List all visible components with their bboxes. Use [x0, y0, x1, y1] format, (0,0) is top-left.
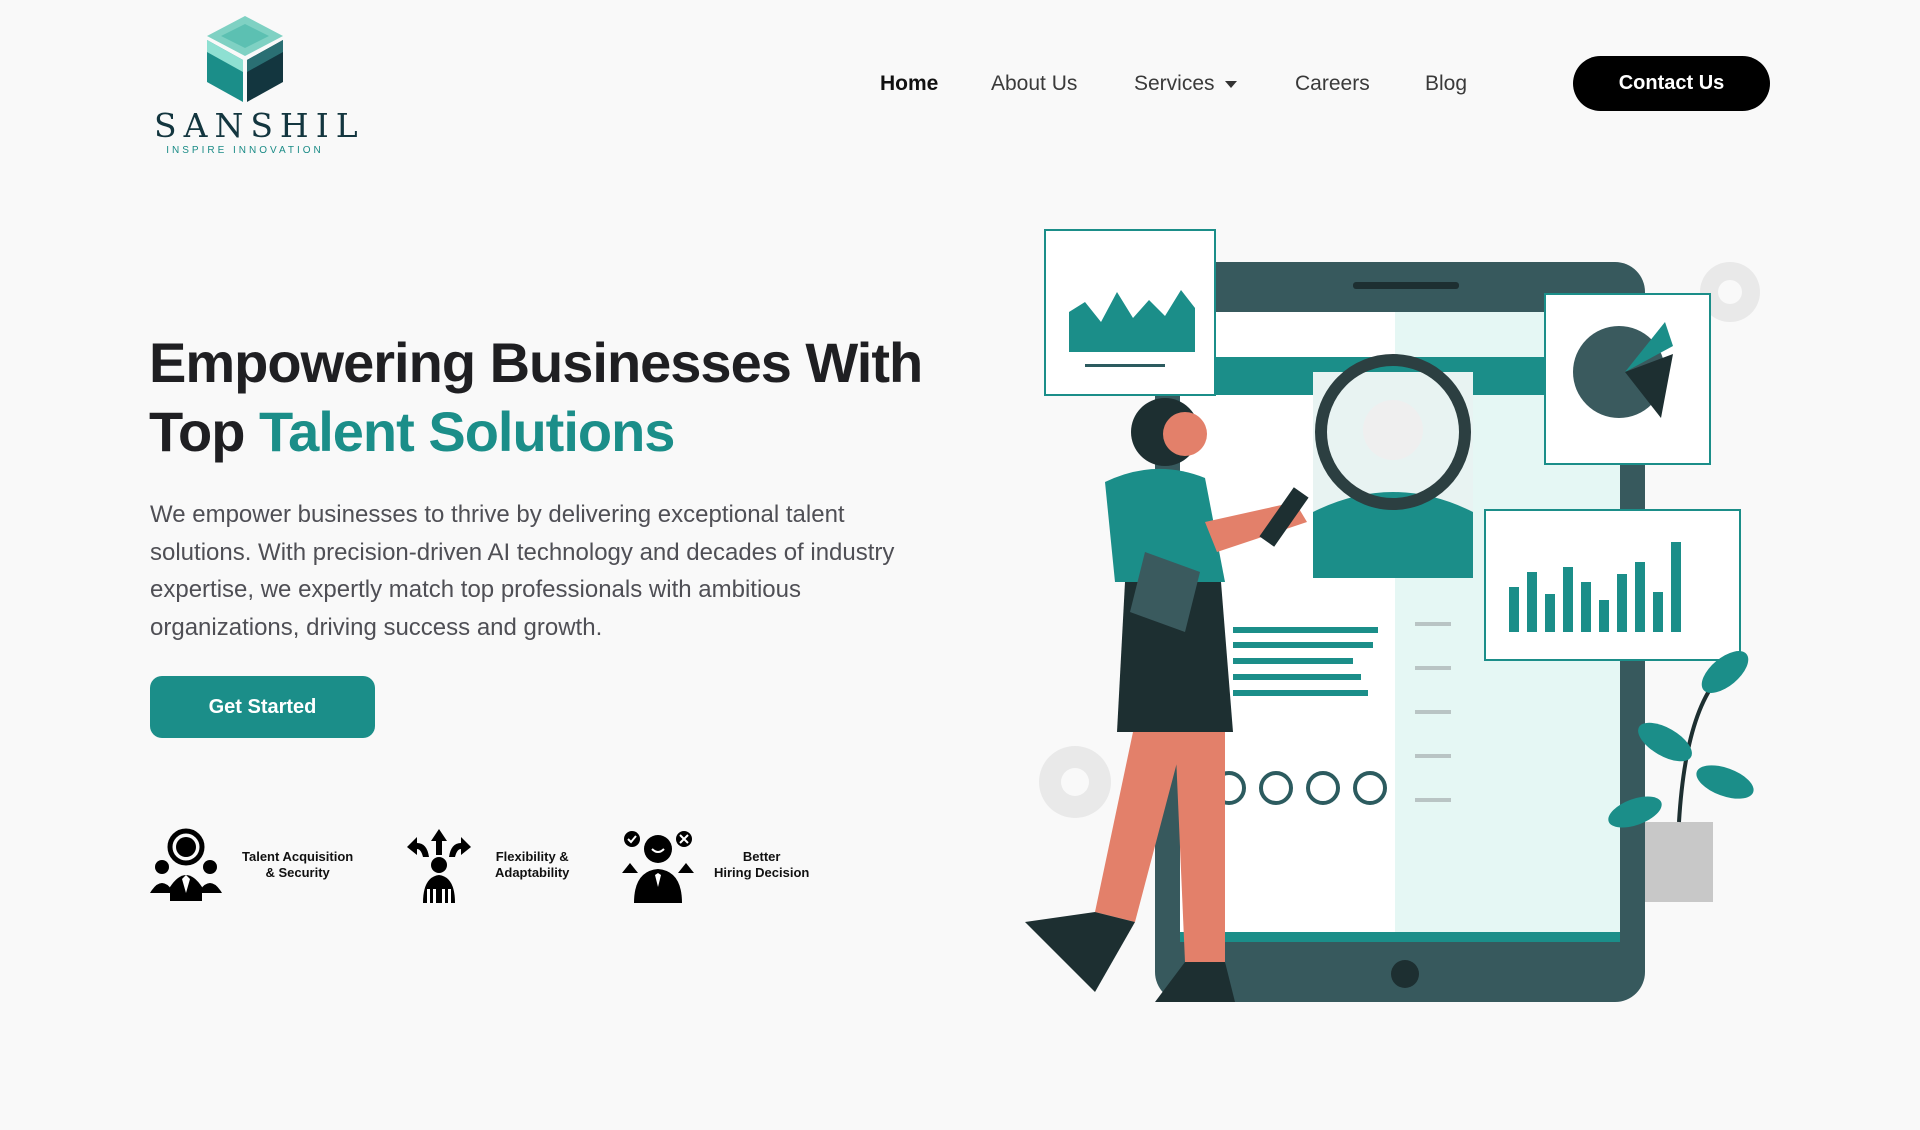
brand-tagline: INSPIRE INNOVATION — [166, 145, 324, 156]
hero-title-accent: Talent Solutions — [259, 400, 675, 463]
nav-about-us[interactable]: About Us — [991, 69, 1077, 99]
feature-hiring-decision: Better Hiring Decision — [622, 826, 809, 904]
feature-flexibility: Flexibility & Adaptability — [403, 826, 569, 904]
hero-title-prefix: Top — [149, 400, 260, 463]
nav-services[interactable]: Services — [1134, 69, 1237, 99]
feature-label: Talent Acquisition & Security — [242, 849, 354, 880]
feature-label: Flexibility & Adaptability — [495, 849, 570, 880]
nav-careers[interactable]: Careers — [1295, 69, 1370, 99]
get-started-button[interactable]: Get Started — [150, 676, 375, 738]
hiring-decision-icon — [622, 831, 694, 903]
chevron-down-icon — [1224, 80, 1237, 88]
feature-talent-acquisition: Talent Acquisition & Security — [150, 826, 353, 904]
hero-description: We empower businesses to thrive by deliv… — [150, 501, 895, 641]
nav-home[interactable]: Home — [880, 69, 938, 99]
brand-name: SANSHIL — [154, 106, 365, 145]
nav-services-label: Services — [1134, 72, 1215, 95]
feature-label: Better Hiring Decision — [714, 849, 810, 880]
hero-title: Empowering Businesses With Top Talent So… — [149, 328, 969, 466]
talent-acquisition-icon — [150, 828, 222, 901]
contact-us-button[interactable]: Contact Us — [1573, 56, 1770, 111]
hero-title-line1: Empowering Businesses With — [149, 331, 923, 394]
nav-blog[interactable]: Blog — [1425, 69, 1467, 99]
flexibility-icon — [407, 829, 471, 903]
recruiter-with-magnifier-illustration — [1025, 229, 1760, 1002]
